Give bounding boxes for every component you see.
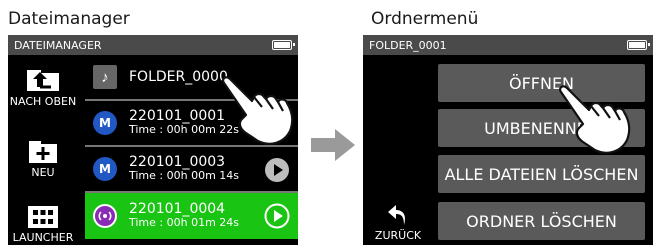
delete-all-files-button[interactable]: ALLE DATEIEN LÖSCHEN: [438, 155, 645, 193]
new-button-label: NEU: [31, 166, 55, 179]
launcher-button[interactable]: LAUNCHER: [8, 205, 78, 244]
file-name: 220101_0004: [129, 201, 226, 217]
delete-folder-button[interactable]: ORDNER LÖSCHEN: [438, 202, 645, 240]
launcher-button-label: LAUNCHER: [12, 231, 74, 244]
wave-icon: [98, 211, 112, 221]
arrow-right-icon: [311, 129, 355, 161]
file-time: Time : 00h 01m 24s: [129, 216, 240, 229]
play-icon[interactable]: [264, 157, 290, 183]
mono-file-icon: M: [93, 157, 117, 181]
pointing-hand-icon: [559, 85, 631, 154]
status-title: DATEIMANAGER: [14, 38, 102, 52]
grid-icon: [28, 206, 58, 228]
list-item[interactable]: M 220101_0003 Time : 00h 00m 14s: [85, 147, 298, 193]
caption-ordnermenue: Ordnermenü: [371, 9, 479, 29]
battery-icon: [627, 40, 650, 50]
file-time: Time : 00h 00m 14s: [129, 169, 240, 182]
play-icon[interactable]: [264, 203, 290, 229]
new-button[interactable]: NEU: [8, 138, 78, 179]
folder-new-icon: [29, 141, 57, 163]
mono-file-icon: M: [93, 111, 117, 135]
back-button[interactable]: ZURÜCK: [363, 203, 433, 242]
up-button[interactable]: NACH OBEN: [8, 67, 78, 108]
status-title: FOLDER_0001: [369, 38, 447, 52]
caption-dateimanager: Dateimanager: [8, 9, 130, 29]
up-button-label: NACH OBEN: [9, 95, 77, 108]
back-button-label: ZURÜCK: [374, 229, 422, 242]
back-arrow-icon: [388, 205, 406, 225]
music-folder-icon: ♪: [93, 65, 117, 89]
battery-icon: [272, 40, 295, 50]
folder-up-icon: [27, 70, 59, 91]
poly-file-icon: [93, 204, 117, 228]
pointing-hand-icon: [222, 76, 294, 145]
status-bar: FOLDER_0001: [363, 35, 653, 55]
file-name: FOLDER_0000: [129, 69, 228, 85]
status-bar: DATEIMANAGER: [8, 35, 298, 55]
file-name: 220101_0003: [129, 154, 226, 170]
list-item-selected[interactable]: 220101_0004 Time : 00h 01m 24s: [85, 193, 298, 239]
